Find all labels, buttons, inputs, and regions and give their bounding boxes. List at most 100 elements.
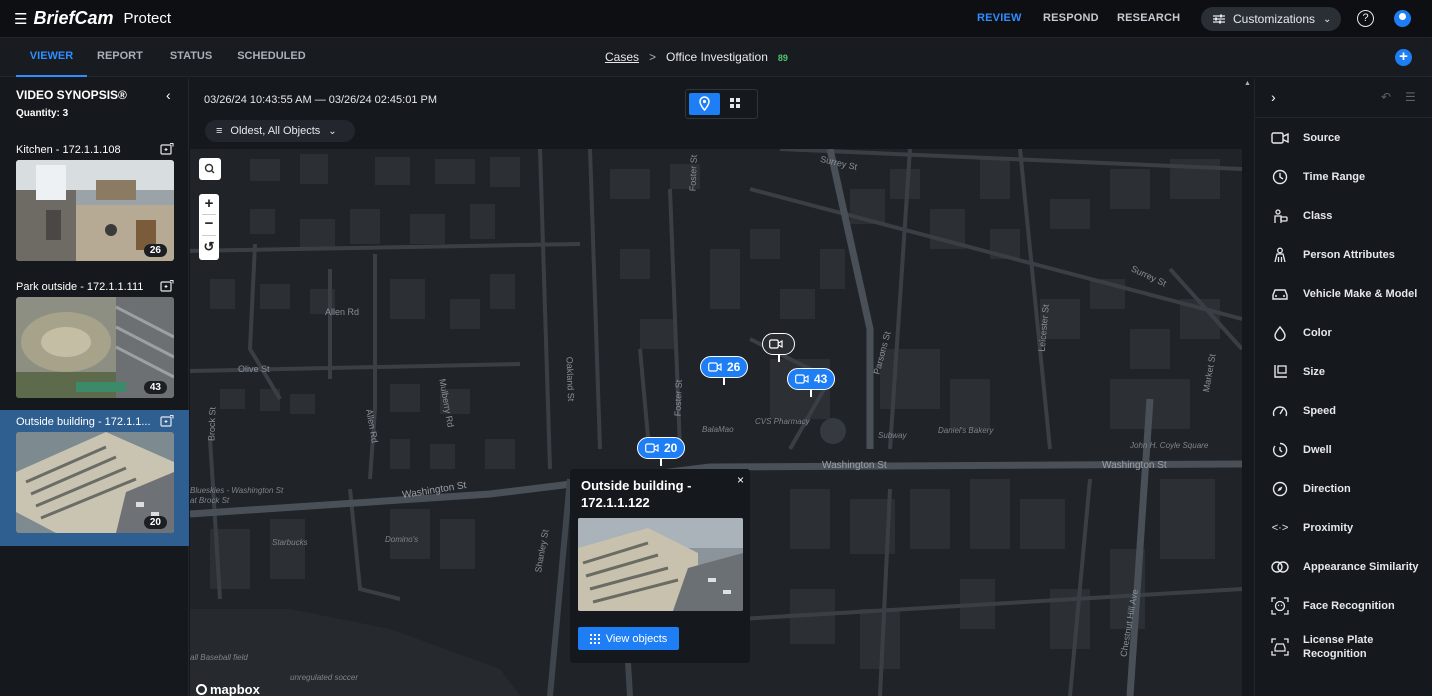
- place-label: Domino's: [385, 535, 419, 544]
- filter-color[interactable]: Color: [1255, 314, 1432, 352]
- tab-viewer[interactable]: VIEWER: [16, 39, 87, 77]
- collapse-sidebar-icon[interactable]: ‹: [166, 87, 171, 103]
- camera-item-park-outside[interactable]: Park outside - 172.1.1.111 43: [0, 275, 189, 411]
- filter-label: Class: [1303, 210, 1333, 222]
- place-label: CVS Pharmacy: [755, 417, 810, 426]
- filter-size[interactable]: Size: [1255, 353, 1432, 391]
- filter-label: Size: [1303, 366, 1326, 378]
- map-view-button[interactable]: [689, 93, 720, 115]
- popup-thumbnail[interactable]: [578, 518, 743, 611]
- tab-status[interactable]: STATUS: [170, 39, 212, 77]
- camera-pin-unassigned[interactable]: [762, 333, 795, 355]
- filter-list-icon[interactable]: ☰: [1405, 90, 1416, 104]
- map-panel: 03/26/24 10:43:55 AM — 03/26/24 02:45:01…: [190, 78, 1242, 696]
- camera-label: Outside building - 172.1.1...: [16, 416, 151, 428]
- mapbox-logo: mapbox: [196, 682, 260, 696]
- search-icon: [204, 163, 215, 174]
- breadcrumb-cases[interactable]: Cases: [605, 50, 639, 64]
- filters-header: › ↶ ☰: [1255, 78, 1432, 118]
- sliders-icon: [1213, 14, 1225, 24]
- view-toggle: [685, 89, 758, 119]
- zoom-out-button[interactable]: −: [199, 215, 219, 235]
- list-icon: ≡: [216, 125, 223, 137]
- place-label: Subway: [878, 431, 907, 440]
- pin-count: 26: [727, 360, 741, 374]
- add-button[interactable]: +: [1395, 49, 1412, 66]
- mapbox-label: mapbox: [210, 682, 260, 696]
- street-label: Foster St: [687, 154, 699, 192]
- menu-icon[interactable]: ☰: [14, 10, 27, 28]
- breadcrumb: Cases > Office Investigation 89: [605, 50, 788, 64]
- filter-dwell[interactable]: Dwell: [1255, 431, 1432, 469]
- close-icon[interactable]: ×: [737, 473, 744, 487]
- pin-count: 43: [814, 372, 828, 386]
- sidebar-title: VIDEO SYNOPSIS®: [16, 88, 127, 102]
- zoom-in-button[interactable]: +: [199, 194, 219, 214]
- camera-locate-icon[interactable]: [160, 415, 174, 427]
- expand-panel-icon[interactable]: ›: [1271, 89, 1276, 105]
- street-label: Olive St: [238, 364, 270, 374]
- filter-direction[interactable]: Direction: [1255, 470, 1432, 508]
- sort-dropdown[interactable]: ≡ Oldest, All Objects ⌄: [205, 120, 355, 142]
- filter-class[interactable]: Class: [1255, 197, 1432, 235]
- help-icon[interactable]: ?: [1357, 10, 1374, 27]
- place-label: all Baseball field: [190, 653, 248, 662]
- filter-label: Face Recognition: [1303, 600, 1395, 612]
- street-label: Washington St: [822, 460, 887, 471]
- object-count-badge: 26: [143, 244, 167, 257]
- mapbox-icon: [196, 684, 207, 695]
- customizations-button[interactable]: Customizations ⌄: [1201, 7, 1341, 31]
- grid-view-icon[interactable]: [728, 96, 742, 110]
- filter-source[interactable]: Source: [1255, 119, 1432, 157]
- filter-person-attributes[interactable]: Person Attributes: [1255, 236, 1432, 274]
- date-range: 03/26/24 10:43:55 AM — 03/26/24 02:45:01…: [204, 94, 438, 106]
- brand-logo[interactable]: ☰ BriefCam Protect: [14, 8, 171, 29]
- location-pin-icon: [699, 96, 710, 112]
- camera-popup: Outside building - 172.1.1.122 × View ob…: [570, 469, 750, 663]
- street-label: Oakland St: [564, 356, 577, 402]
- undo-icon[interactable]: ↶: [1381, 90, 1393, 104]
- filter-time-range[interactable]: Time Range: [1255, 158, 1432, 196]
- filter-appearance-similarity[interactable]: Appearance Similarity: [1255, 548, 1432, 586]
- camera-pin-outside-building[interactable]: 20: [637, 437, 686, 459]
- camera-pin-kitchen[interactable]: 26: [700, 356, 749, 378]
- reset-rotation-button[interactable]: ↺: [199, 236, 219, 258]
- car-icon: [1271, 286, 1289, 302]
- street-label: Brock St: [206, 406, 218, 442]
- nav-review[interactable]: REVIEW: [977, 12, 1022, 24]
- filter-label: Person Attributes: [1303, 249, 1395, 261]
- zoom-controls: + − ↺: [199, 194, 219, 260]
- tab-report[interactable]: REPORT: [97, 39, 143, 77]
- camera-locate-icon[interactable]: [160, 280, 174, 292]
- camera-item-kitchen[interactable]: Kitchen - 172.1.1.108 26: [0, 138, 189, 274]
- camera-pin-park-outside[interactable]: 43: [787, 368, 836, 390]
- size-icon: [1271, 364, 1289, 380]
- view-objects-button[interactable]: View objects: [578, 627, 679, 650]
- scroll-up-arrow[interactable]: ▲: [1244, 80, 1251, 88]
- street-label: Foster St: [672, 379, 684, 417]
- street-label: Allen Rd: [325, 307, 360, 317]
- view-tabs: VIEWER REPORT STATUS SCHEDULED: [0, 39, 306, 77]
- nav-respond[interactable]: RESPOND: [1043, 12, 1099, 24]
- filter-proximity[interactable]: <·> Proximity: [1255, 509, 1432, 547]
- filter-label: Time Range: [1303, 171, 1366, 183]
- avatar[interactable]: [1394, 10, 1411, 27]
- filter-label: Dwell: [1303, 444, 1332, 456]
- product-name: Protect: [123, 10, 172, 27]
- filter-license-plate-recognition[interactable]: License Plate Recognition: [1255, 626, 1432, 668]
- case-count-badge: 89: [777, 53, 788, 63]
- filter-face-recognition[interactable]: Face Recognition: [1255, 587, 1432, 625]
- nav-research[interactable]: RESEARCH: [1117, 12, 1180, 24]
- filter-label: Appearance Similarity: [1303, 561, 1419, 573]
- drop-icon: [1271, 325, 1289, 341]
- map-search-button[interactable]: [199, 158, 221, 180]
- face-icon: [1271, 597, 1289, 615]
- tab-scheduled[interactable]: SCHEDULED: [237, 39, 305, 77]
- place-label: Starbucks: [272, 538, 308, 547]
- place-label: Blueskies - Washington St at Brock St: [190, 486, 284, 505]
- camera-locate-icon[interactable]: [160, 143, 174, 155]
- camera-item-outside-building[interactable]: Outside building - 172.1.1... 20: [0, 410, 189, 546]
- filter-vehicle-make-model[interactable]: Vehicle Make & Model: [1255, 275, 1432, 313]
- popup-title: Outside building - 172.1.1.122: [581, 478, 692, 510]
- filter-speed[interactable]: Speed: [1255, 392, 1432, 430]
